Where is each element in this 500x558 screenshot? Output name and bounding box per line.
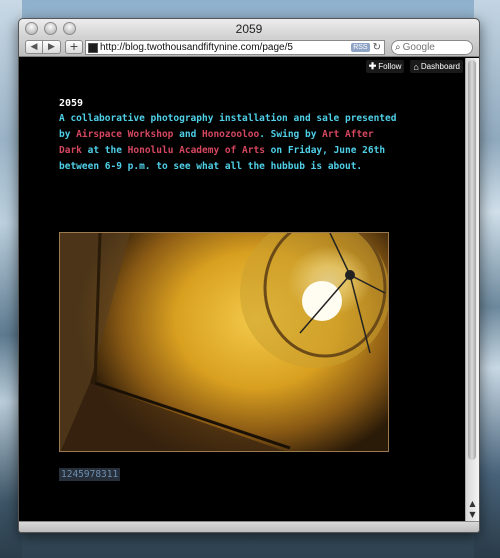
airspace-workshop-link[interactable]: Airspace Workshop xyxy=(76,129,173,140)
post-text-4: at the xyxy=(81,145,128,156)
status-bar xyxy=(19,521,479,532)
rss-button[interactable]: RSS xyxy=(351,43,370,52)
dashboard-button[interactable]: ⌂ Dashboard xyxy=(410,60,463,73)
window-controls xyxy=(25,22,76,35)
url-text[interactable]: http://blog.twothousandfiftynine.com/pag… xyxy=(100,42,351,53)
lamp-illustration xyxy=(60,233,388,451)
scrollbar-thumb[interactable] xyxy=(468,60,476,460)
minimize-button[interactable] xyxy=(44,22,57,35)
honozooloo-link[interactable]: Honozooloo xyxy=(202,129,259,140)
scroll-up-icon[interactable]: ▲ xyxy=(466,498,479,509)
add-bookmark-button[interactable]: + xyxy=(65,40,83,54)
search-field[interactable]: ⌕ xyxy=(391,40,473,55)
tumblr-controls: ✚ Follow ⌂ Dashboard xyxy=(365,60,463,73)
vertical-scrollbar[interactable]: ▲ ▼ xyxy=(465,58,479,523)
post-photo[interactable] xyxy=(59,232,389,452)
nav-buttons: ◀ ▶ xyxy=(25,40,61,54)
address-bar[interactable]: http://blog.twothousandfiftynine.com/pag… xyxy=(85,40,385,55)
post-text-3: . Swing by xyxy=(259,129,323,140)
post-tag[interactable]: 1245978311 xyxy=(59,468,121,481)
browser-toolbar: ◀ ▶ + http://blog.twothousandfiftynine.c… xyxy=(19,39,479,57)
favicon-icon xyxy=(88,42,98,53)
zoom-button[interactable] xyxy=(63,22,76,35)
reload-icon[interactable]: ↻ xyxy=(373,42,381,53)
back-button[interactable]: ◀ xyxy=(25,40,43,54)
follow-button[interactable]: ✚ Follow xyxy=(365,60,405,73)
follow-label: Follow xyxy=(378,62,402,71)
title-bar: 2059 xyxy=(19,19,479,39)
forward-button[interactable]: ▶ xyxy=(43,40,61,54)
browser-window: 2059 ◀ ▶ + http://blog.twothousandfiftyn… xyxy=(18,18,480,533)
search-input[interactable] xyxy=(402,42,459,53)
page-content: ✚ Follow ⌂ Dashboard 2059 A collaborativ… xyxy=(19,58,467,523)
search-icon: ⌕ xyxy=(395,42,401,53)
window-title: 2059 xyxy=(235,22,263,36)
post-text-2: and xyxy=(173,129,203,140)
post-title: 2059 xyxy=(59,98,84,109)
post-body: A collaborative photography installation… xyxy=(59,111,399,175)
house-icon: ⌂ xyxy=(413,61,419,72)
honolulu-academy-link[interactable]: Honolulu Academy of Arts xyxy=(128,145,265,156)
close-button[interactable] xyxy=(25,22,38,35)
dashboard-label: Dashboard xyxy=(420,62,460,71)
scroll-down-icon[interactable]: ▼ xyxy=(466,509,479,520)
plus-icon: ✚ xyxy=(368,61,377,71)
